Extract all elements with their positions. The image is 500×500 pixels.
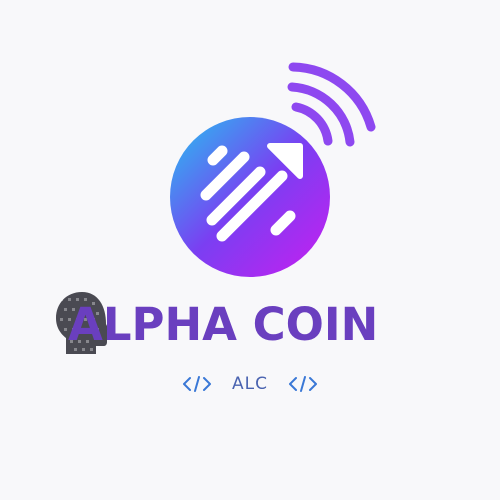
- coin-circle: [170, 117, 330, 277]
- brand-wordmark: ALPHA COIN: [0, 295, 500, 355]
- ticker-row: ALC: [0, 370, 500, 398]
- ticker-symbol: ALC: [232, 374, 268, 394]
- coin-signal-arrow-icon: [170, 62, 376, 277]
- brand-name: ALPHA COIN: [68, 298, 379, 351]
- signal-waves-icon: [287, 62, 376, 147]
- code-brackets-icon: [183, 376, 211, 392]
- logo-canvas: ALPHA COIN ALC: [0, 0, 500, 500]
- code-brackets-icon: [288, 376, 317, 392]
